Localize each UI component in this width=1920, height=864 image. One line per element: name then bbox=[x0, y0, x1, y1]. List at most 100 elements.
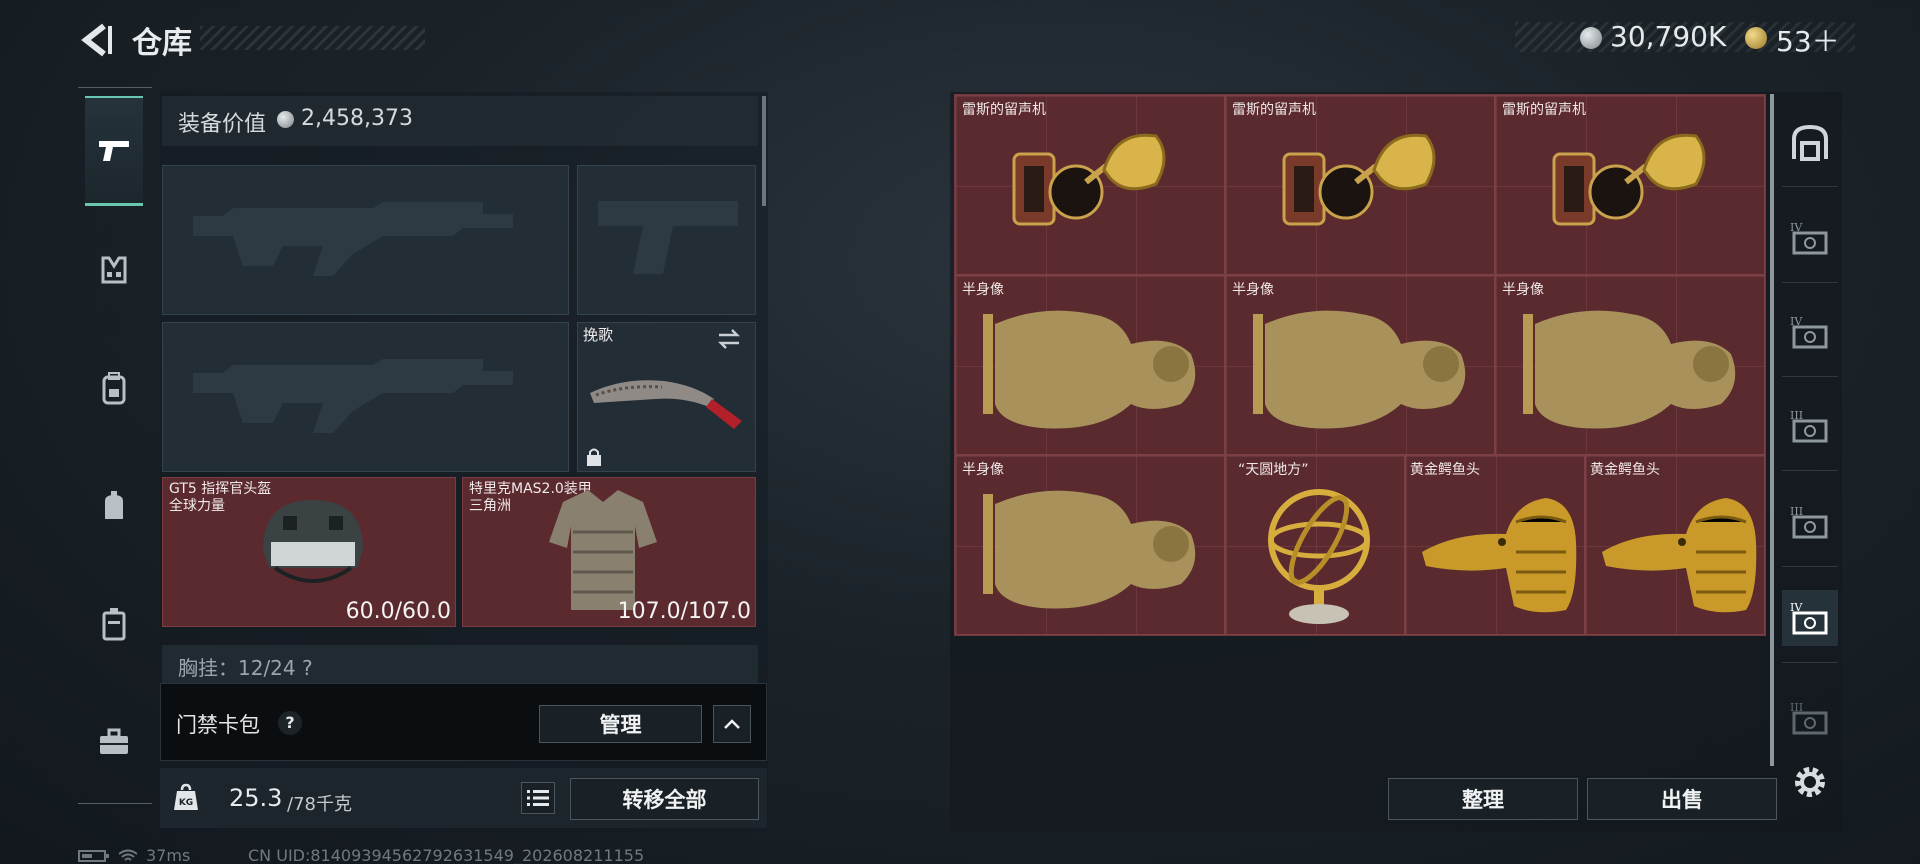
silver-coin-icon bbox=[277, 111, 294, 128]
weight-kg-label: KG bbox=[179, 798, 193, 808]
helmet-durability: 60.0/60.0 bbox=[345, 599, 451, 624]
briefcase-icon bbox=[100, 728, 128, 754]
weight-capacity: /78千克 bbox=[287, 794, 352, 815]
secondary-weapon-slot[interactable] bbox=[162, 322, 569, 472]
stash-tab-case-iii[interactable]: III bbox=[1782, 690, 1838, 746]
bust-icon bbox=[983, 310, 1196, 429]
weight-icon: KG bbox=[174, 783, 198, 810]
item-name: 半身像 bbox=[1502, 282, 1544, 298]
vest-icon bbox=[101, 256, 127, 284]
rifle-silhouette-icon bbox=[193, 359, 513, 433]
safe-box-icon bbox=[102, 608, 126, 641]
title-decoration bbox=[200, 26, 425, 50]
list-icon bbox=[527, 790, 549, 806]
case-icon: III bbox=[1790, 409, 1828, 443]
stash-item[interactable]: 半身像 bbox=[1495, 275, 1765, 455]
pistol-silhouette-icon bbox=[598, 201, 738, 274]
karambit-knife-icon bbox=[590, 380, 742, 429]
help-icon[interactable]: ? bbox=[278, 711, 302, 735]
divider bbox=[1782, 282, 1838, 283]
stash-tab-case-iii[interactable]: III bbox=[1782, 398, 1838, 454]
scrollbar[interactable] bbox=[762, 96, 766, 206]
divider bbox=[78, 803, 152, 804]
stash-item[interactable]: 半身像 bbox=[955, 275, 1225, 455]
chevron-up-icon bbox=[724, 719, 740, 729]
page-title: 仓库 bbox=[132, 26, 192, 61]
stash-item[interactable]: 雷斯的留声机 bbox=[955, 95, 1225, 275]
case-icon: IV bbox=[1790, 315, 1828, 349]
stash-tab-case-iv[interactable]: IV bbox=[1782, 210, 1838, 266]
uid-text: CN UID:8140939456279263154​9_20260821115… bbox=[248, 846, 645, 864]
divider bbox=[1782, 566, 1838, 567]
stash-item[interactable]: 半身像 bbox=[1225, 275, 1495, 455]
divider bbox=[78, 87, 152, 88]
divider bbox=[1782, 662, 1838, 663]
gramophone-icon bbox=[1012, 133, 1166, 226]
transfer-all-button[interactable]: 转移全部 bbox=[570, 778, 759, 820]
armillary-sphere-icon bbox=[1268, 489, 1370, 624]
item-name: 黄金鳄鱼头 bbox=[1590, 462, 1660, 478]
status-bar: 37ms bbox=[78, 846, 190, 864]
settings-button[interactable] bbox=[1788, 760, 1832, 804]
melee-slot[interactable]: 挽歌 bbox=[577, 322, 756, 472]
back-button[interactable] bbox=[78, 20, 114, 60]
case-icon: III bbox=[1790, 505, 1828, 539]
stash-item[interactable]: 黄金鳄鱼头 bbox=[1585, 455, 1765, 635]
back-arrow-icon bbox=[81, 23, 112, 57]
collapse-button[interactable] bbox=[713, 705, 751, 743]
chest-rig-capacity: 胸挂：12/24 ? bbox=[178, 656, 313, 680]
battery-icon bbox=[78, 849, 109, 862]
stash-item[interactable]: 黄金鳄鱼头 bbox=[1405, 455, 1585, 635]
golden-crocodile-head-icon bbox=[1602, 498, 1757, 613]
item-name: 黄金鳄鱼头 bbox=[1410, 462, 1480, 478]
sidearm-slot[interactable] bbox=[577, 165, 756, 315]
stash-tab-case-iii[interactable]: III bbox=[1782, 494, 1838, 550]
ping-value: 37ms bbox=[146, 846, 191, 864]
gold-currency-value[interactable]: 53＋ bbox=[1776, 20, 1840, 60]
item-name: “天圆地方” bbox=[1238, 462, 1309, 478]
swap-icon[interactable] bbox=[716, 327, 742, 351]
helmet-slot[interactable]: GT5 指挥官头盔 全球力量 60.0/60.0 bbox=[162, 477, 456, 627]
equipment-value: 2,458,373 bbox=[301, 106, 413, 131]
case-icon: IV bbox=[1790, 601, 1828, 635]
armor-faction: 三角洲 bbox=[469, 498, 511, 514]
tab-pouch[interactable] bbox=[86, 478, 142, 534]
list-view-button[interactable] bbox=[521, 782, 555, 814]
tab-chest-rig[interactable] bbox=[86, 242, 142, 298]
stash-tab-case-iv[interactable]: IV bbox=[1782, 304, 1838, 360]
silver-currency-value: 30,790K bbox=[1610, 20, 1727, 53]
stash-item[interactable]: “天圆地方” bbox=[1225, 455, 1405, 635]
pistol-icon bbox=[99, 140, 129, 161]
divider bbox=[1782, 376, 1838, 377]
scrollbar[interactable] bbox=[1770, 94, 1774, 766]
case-icon: IV bbox=[1790, 221, 1828, 255]
tab-safe-box[interactable] bbox=[86, 596, 142, 652]
gold-coin-icon bbox=[1745, 27, 1767, 49]
manage-button[interactable]: 管理 bbox=[539, 705, 702, 743]
keycard-label: 门禁卡包 bbox=[176, 713, 260, 737]
weight-current: 25.3 bbox=[229, 784, 283, 812]
item-name: 雷斯的留声机 bbox=[962, 102, 1046, 118]
helmet-faction: 全球力量 bbox=[169, 498, 225, 514]
stash-item[interactable]: 半身像 bbox=[955, 455, 1225, 635]
rifle-silhouette-icon bbox=[193, 202, 513, 276]
gramophone-icon bbox=[1552, 133, 1706, 226]
wifi-icon bbox=[118, 849, 138, 861]
bust-icon bbox=[1253, 310, 1466, 429]
stash-item[interactable]: 雷斯的留声机 bbox=[1225, 95, 1495, 275]
stash-tab-case-iv-selected[interactable]: IV bbox=[1782, 590, 1838, 646]
sell-button[interactable]: 出售 bbox=[1587, 778, 1777, 820]
equipment-value-label: 装备价值 bbox=[178, 112, 267, 137]
tab-backpack[interactable] bbox=[86, 360, 142, 416]
primary-weapon-slot[interactable] bbox=[162, 165, 569, 315]
pouch-icon bbox=[105, 491, 123, 519]
sort-button[interactable]: 整理 bbox=[1388, 778, 1578, 820]
tab-weapons[interactable] bbox=[85, 96, 143, 206]
bust-icon bbox=[1523, 310, 1736, 429]
stash-tab-backpack[interactable] bbox=[1782, 114, 1838, 170]
stash-item[interactable]: 雷斯的留声机 bbox=[1495, 95, 1765, 275]
lock-icon bbox=[587, 448, 601, 466]
body-armor-slot[interactable]: 特里克MAS2.0装甲 三角洲 107.0/107.0 bbox=[462, 477, 756, 627]
gramophone-icon bbox=[1282, 133, 1436, 226]
tab-toolbox[interactable] bbox=[86, 714, 142, 770]
